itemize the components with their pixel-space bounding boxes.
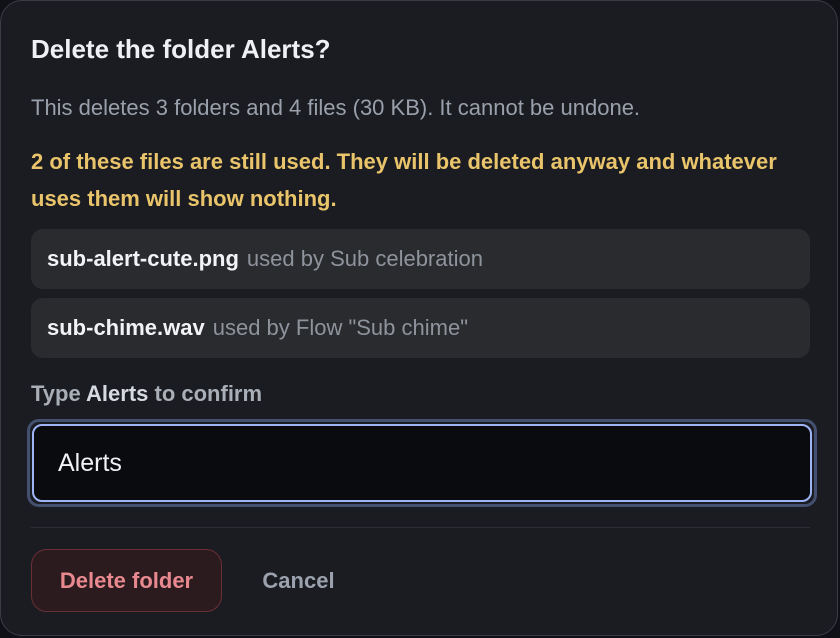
delete-folder-dialog: Delete the folder Alerts? This deletes 3… xyxy=(0,0,838,636)
confirm-label: Type Alerts to confirm xyxy=(31,379,262,409)
delete-folder-button[interactable]: Delete folder xyxy=(31,549,222,612)
confirm-input-focus-ring xyxy=(27,419,817,507)
footer-divider xyxy=(31,527,810,528)
confirm-name-input[interactable] xyxy=(32,424,812,502)
cancel-button[interactable]: Cancel xyxy=(241,549,356,612)
usage-used-by: used by Flow "Sub chime" xyxy=(212,315,469,340)
usage-file-name: sub-chime.wav xyxy=(47,315,205,340)
confirm-label-prefix: Type xyxy=(31,381,81,406)
confirm-label-suffix: to confirm xyxy=(154,381,263,406)
usage-item: sub-alert-cute.png used by Sub celebrati… xyxy=(31,229,810,289)
confirm-folder-name: Alerts xyxy=(86,381,149,406)
usage-file-name: sub-alert-cute.png xyxy=(47,246,239,271)
dialog-description: This deletes 3 folders and 4 files (30 K… xyxy=(31,95,641,120)
usage-used-by: used by Sub celebration xyxy=(246,246,483,271)
usage-item: sub-chime.wav used by Flow "Sub chime" xyxy=(31,298,810,358)
dialog-title: Delete the folder Alerts? xyxy=(31,34,331,64)
in-use-warning: 2 of these files are still used. They wi… xyxy=(31,149,777,211)
